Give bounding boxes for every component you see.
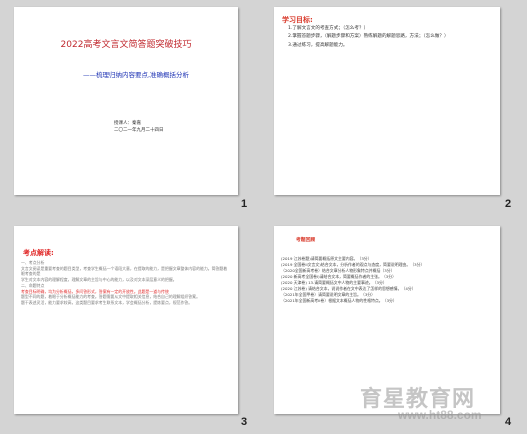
slide-2-line: 2.掌握答题步骤，（解题步骤和方案）熟练解题的解题思路，方法；（怎么做？） [288, 34, 449, 40]
slide-3-paragraph: 文言文阅读是重要考查的题目类型，考查学生概括一个语段大意，在提取的能力，是把握文… [21, 265, 228, 277]
slide-number-3: 3 [241, 416, 248, 428]
slide-1-date: 二〇二一年九月二十四日 [114, 128, 164, 133]
slide-1-title: 2022高考文言文简答题突破技巧 [60, 40, 192, 50]
slide-number-1: 1 [241, 198, 248, 210]
slide-4-heading: 考题回顾 [296, 238, 316, 243]
slide-4-line: （2021年全国新高考II卷）根据文本概括人物的性格特点。（3分） [281, 298, 397, 303]
slide-3-body: 一、考点分析 文言文阅读是重要考查的题目类型，考查学生概括一个语段大意，在提取的… [21, 260, 231, 306]
watermark-url: www.ht88.com [398, 408, 482, 422]
slide-thumbnail-3[interactable]: 考点解读: 一、考点分析 文言文阅读是重要考查的题目类型，考查学生概括一个语段大… [14, 226, 238, 414]
slide-1-author-name: 授课人：秦嘉 [114, 121, 141, 126]
slide-2-body: 1.了解文言文的考查方式；（怎么考？） 2.掌握答题步骤，（解题步骤和方案）熟练… [288, 25, 488, 50]
slide-thumbnail-2[interactable]: 学习目标: 1.了解文言文的考查方式；（怎么考？） 2.掌握答题步骤，（解题步骤… [274, 7, 500, 195]
slide-1-author: 授课人：秦嘉 二〇二一年九月二十四日 [114, 120, 164, 134]
slide-number-4: 4 [505, 416, 512, 428]
slide-3-heading: 考点解读: [23, 249, 54, 257]
slide-2-line: 3.通过练习，提高解题能力。 [288, 42, 348, 48]
slide-1-subtitle: ——梳理归纳内容要点,准确概括分析 [82, 71, 190, 79]
slide-number-2: 2 [505, 198, 512, 210]
slide-3-paragraph: 题干表述灵活，能力要求较高，这类题目要求考生联系文本，学会概括分析，提炼要点，规… [21, 299, 193, 305]
slide-4-body: (2019 江苏卷题)请简要概括原文主要内容。（3分） (2019 全国卷II文… [281, 256, 495, 304]
slide-2-line: 1.了解文言文的考查方式；（怎么考？） [288, 26, 369, 31]
slide-thumbnail-1[interactable]: 2022高考文言文简答题突破技巧 ——梳理归纳内容要点,准确概括分析 授课人：秦… [14, 7, 238, 195]
slide-2-heading: 学习目标: [282, 16, 313, 24]
